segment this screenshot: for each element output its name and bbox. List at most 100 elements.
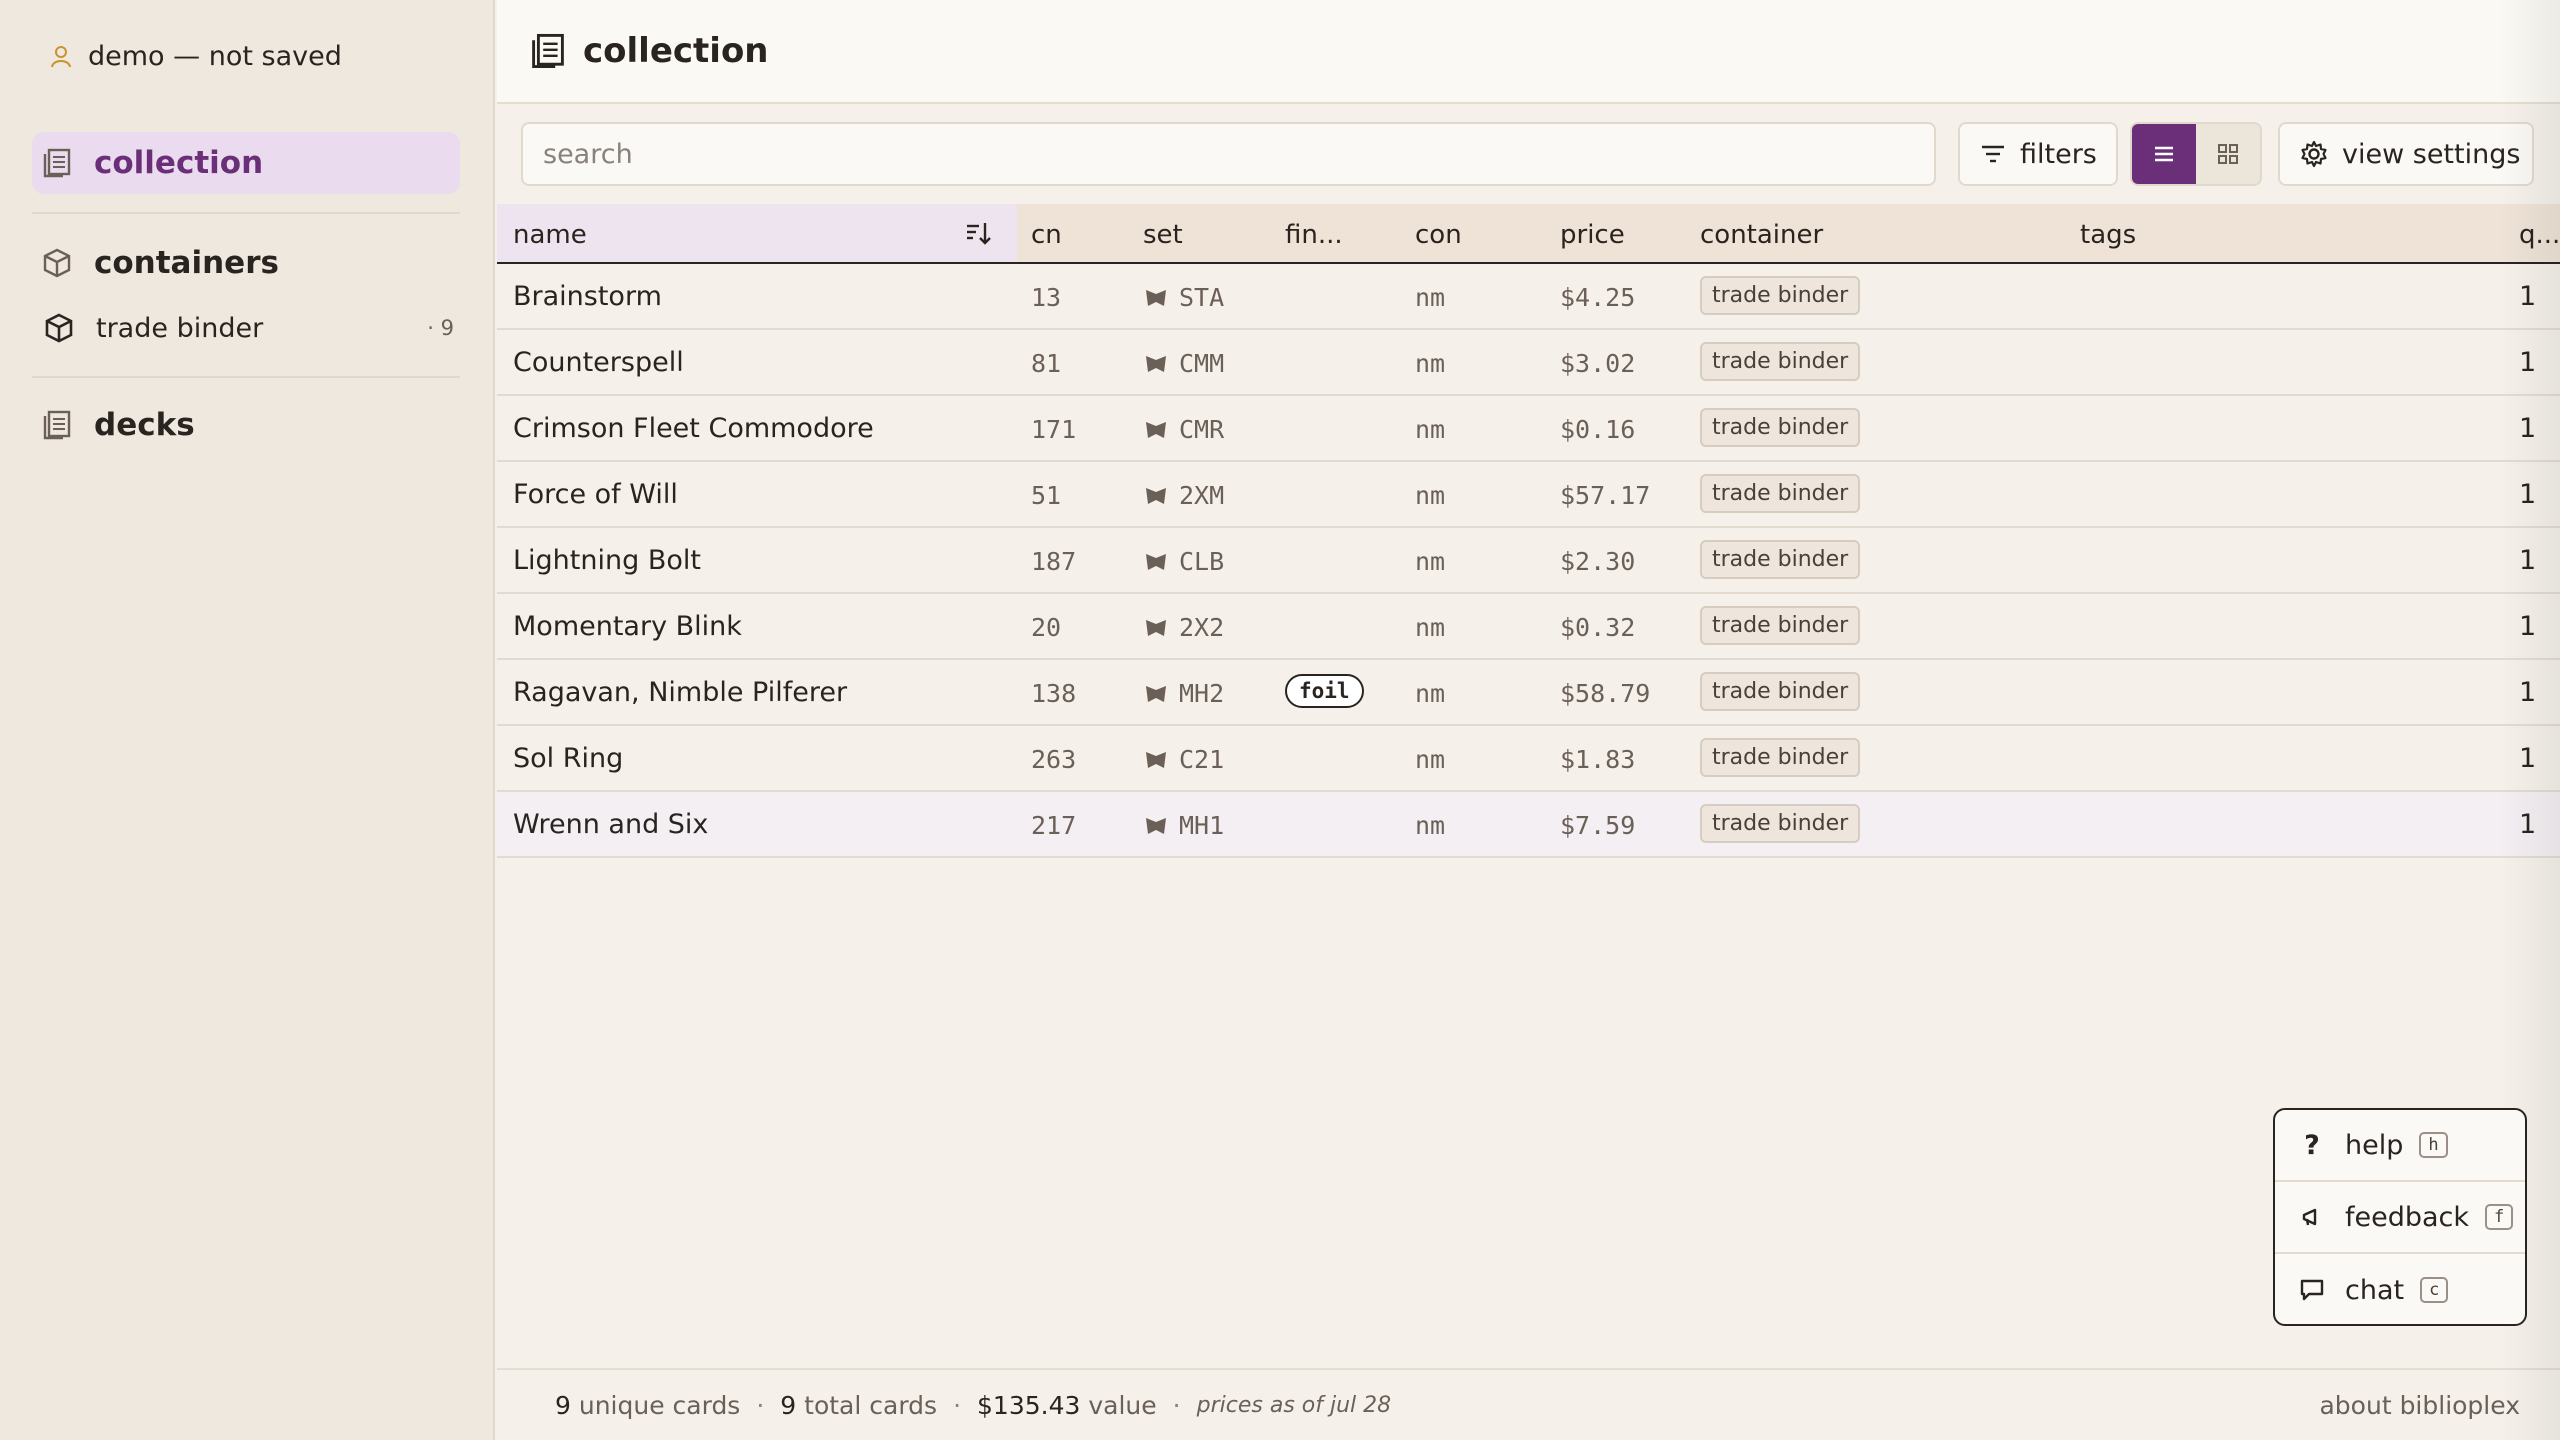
help-menu-item-chat[interactable]: chat c	[2275, 1254, 2525, 1324]
question-icon: ?	[2304, 1129, 2320, 1161]
sidebar-item-decks[interactable]: decks	[32, 394, 460, 456]
price: $1.83	[1560, 745, 1636, 774]
container-chip[interactable]: trade binder	[1700, 738, 1861, 777]
help-menu-item-help[interactable]: ? help h	[2275, 1110, 2525, 1182]
quantity: 1	[2519, 347, 2537, 378]
view-settings-label: view settings	[2342, 138, 2521, 170]
set-code: CMM	[1179, 349, 1225, 378]
set-symbol-icon	[1146, 553, 1166, 570]
table-row[interactable]: Crimson Fleet Commodore 171 CMR nm $0.16 trad…	[497, 396, 2560, 462]
book-icon	[42, 410, 72, 440]
collector-number: 263	[1031, 745, 1077, 774]
container-cell: trade binder	[1700, 276, 1861, 315]
quantity: 1	[2519, 611, 2537, 642]
column-header-tags[interactable]: tags	[2080, 220, 2136, 250]
container-chip[interactable]: trade binder	[1700, 276, 1861, 315]
view-toggle	[2130, 122, 2262, 186]
table-row[interactable]: Momentary Blink 20 2X2 nm $0.32 trade binder 1	[497, 594, 2560, 660]
card-name[interactable]: Brainstorm	[513, 281, 662, 312]
table-row[interactable]: Sol Ring 263 C21 nm $1.83 trade binder 1	[497, 726, 2560, 792]
container-cell: trade binder	[1700, 804, 1861, 843]
container-cell: trade binder	[1700, 738, 1861, 777]
grid-icon	[2218, 144, 2238, 164]
table-row[interactable]: Force of Will 51 2XM nm $57.17 trade binder 1	[497, 462, 2560, 528]
set-code: CLB	[1179, 547, 1225, 576]
card-name[interactable]: Crimson Fleet Commodore	[513, 413, 874, 444]
container-cell: trade binder	[1700, 672, 1861, 711]
main-panel: collection filters view settings name cn…	[497, 0, 2560, 1440]
column-header-container[interactable]: container	[1700, 220, 1823, 250]
set-symbol-icon	[1146, 355, 1166, 372]
column-header-price[interactable]: price	[1560, 220, 1625, 250]
sort-descending-icon[interactable]	[965, 220, 991, 246]
list-view-button[interactable]	[2132, 124, 2196, 184]
price: $2.30	[1560, 547, 1636, 576]
collection-stats: 9 unique cards · 9 total cards · $135.43…	[555, 1391, 1391, 1420]
card-name[interactable]: Sol Ring	[513, 743, 623, 774]
foil-badge: foil	[1285, 674, 1364, 708]
filters-button[interactable]: filters	[1958, 122, 2118, 186]
container-chip[interactable]: trade binder	[1700, 540, 1861, 579]
sidebar-item-trade-binder[interactable]: trade binder · 9	[44, 304, 460, 352]
set-cell: CMM	[1143, 349, 1224, 378]
column-header-cn[interactable]: cn	[1031, 220, 1062, 250]
about-link[interactable]: about biblioplex	[2319, 1391, 2520, 1420]
set-cell: CLB	[1143, 547, 1224, 576]
view-settings-button[interactable]: view settings	[2278, 122, 2534, 186]
set-code: MH1	[1179, 811, 1225, 840]
user-status[interactable]: demo — not saved	[50, 36, 342, 76]
set-cell: MH2	[1143, 679, 1224, 708]
set-code: 2XM	[1179, 481, 1225, 510]
card-name[interactable]: Force of Will	[513, 479, 678, 510]
table-header: name cn set fin... con price container t…	[497, 204, 2560, 264]
price: $0.32	[1560, 613, 1636, 642]
container-chip[interactable]: trade binder	[1700, 804, 1861, 843]
card-name[interactable]: Ragavan, Nimble Pilferer	[513, 677, 847, 708]
column-header-quantity[interactable]: q...	[2519, 220, 2560, 250]
column-header-set[interactable]: set	[1143, 220, 1183, 250]
table-row[interactable]: Brainstorm 13 STA nm $4.25 trade binder 1	[497, 264, 2560, 330]
sidebar-item-containers[interactable]: containers	[32, 232, 460, 294]
separator: ·	[756, 1390, 765, 1420]
container-chip[interactable]: trade binder	[1700, 342, 1861, 381]
price: $3.02	[1560, 349, 1636, 378]
container-chip[interactable]: trade binder	[1700, 408, 1861, 447]
sidebar-item-label: containers	[94, 245, 279, 281]
container-chip[interactable]: trade binder	[1700, 474, 1861, 513]
help-menu-item-feedback[interactable]: feedback f	[2275, 1182, 2525, 1254]
table-row[interactable]: Lightning Bolt 187 CLB nm $2.30 trade binder 1	[497, 528, 2560, 594]
user-status-text: demo — not saved	[88, 40, 342, 72]
menu-item-label: help	[2345, 1129, 2404, 1161]
container-chip[interactable]: trade binder	[1700, 672, 1861, 711]
card-name[interactable]: Lightning Bolt	[513, 545, 701, 576]
sidebar-item-label: trade binder	[96, 312, 264, 344]
set-cell: STA	[1143, 283, 1224, 312]
table-row[interactable]: Wrenn and Six 217 MH1 nm $7.59 trade binder 1	[497, 792, 2560, 858]
set-symbol-icon	[1146, 487, 1166, 504]
card-name[interactable]: Wrenn and Six	[513, 809, 708, 840]
set-code: 2X2	[1179, 613, 1225, 642]
grid-view-button[interactable]	[2196, 124, 2260, 184]
unique-count: 9 unique cards	[555, 1390, 741, 1420]
keyboard-shortcut: h	[2419, 1132, 2448, 1158]
container-chip[interactable]: trade binder	[1700, 606, 1861, 645]
menu-item-label: feedback	[2345, 1201, 2470, 1233]
price: $0.16	[1560, 415, 1636, 444]
card-name[interactable]: Counterspell	[513, 347, 684, 378]
book-icon	[532, 33, 564, 69]
sidebar-item-collection[interactable]: collection	[32, 132, 460, 194]
table-row[interactable]: Counterspell 81 CMM nm $3.02 trade binder 1	[497, 330, 2560, 396]
condition: nm	[1415, 745, 1446, 774]
column-header-name[interactable]: name	[513, 220, 587, 250]
status-footer: 9 unique cards · 9 total cards · $135.43…	[497, 1368, 2560, 1440]
column-header-condition[interactable]: con	[1415, 220, 1462, 250]
toolbar: filters view settings	[497, 122, 2560, 186]
search-input[interactable]	[521, 122, 1936, 186]
table-row[interactable]: Ragavan, Nimble Pilferer 138 MH2 foil nm $58.…	[497, 660, 2560, 726]
condition: nm	[1415, 613, 1446, 642]
container-cell: trade binder	[1700, 540, 1861, 579]
filters-label: filters	[2020, 138, 2097, 170]
column-header-finish[interactable]: fin...	[1285, 220, 1343, 250]
card-name[interactable]: Momentary Blink	[513, 611, 742, 642]
page-title: collection	[583, 31, 769, 71]
